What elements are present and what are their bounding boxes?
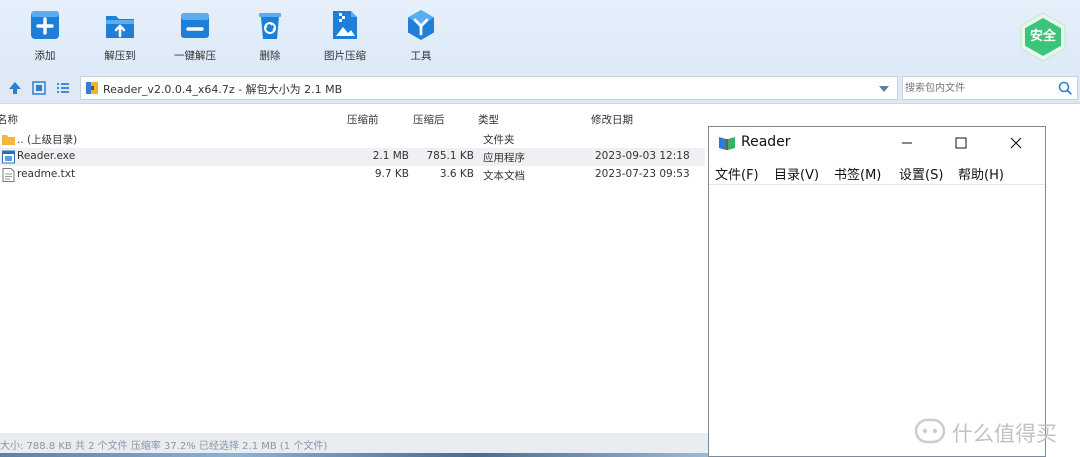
column-before[interactable]: 压缩前 <box>347 112 379 127</box>
one-click-extract-icon <box>181 13 209 38</box>
search-input[interactable] <box>903 77 1053 99</box>
file-name: Reader.exe <box>17 150 76 162</box>
one-click-extract-button[interactable]: 一键解压 <box>155 8 235 63</box>
column-name[interactable]: 名称 <box>0 112 18 127</box>
menu-settings[interactable]: 设置(S) <box>899 164 943 183</box>
security-badge[interactable]: 安全 <box>1017 11 1069 63</box>
extract-to-label: 解压到 <box>104 50 136 62</box>
status-bar: 大小: 788.8 KB 共 2 个文件 压缩率 37.2% 已经选择 2.1 … <box>0 433 710 453</box>
delete-label: 删除 <box>259 50 281 62</box>
column-after[interactable]: 压缩后 <box>413 112 445 127</box>
exe-file-icon <box>2 150 15 164</box>
watermark-text: 什么值得买 <box>952 422 1057 446</box>
up-arrow-icon[interactable] <box>7 80 23 96</box>
watermark: 什么值得买 <box>914 414 1074 450</box>
taskbar-strip <box>0 453 710 457</box>
archive-file-icon <box>86 82 98 94</box>
add-label: 添加 <box>34 50 56 62</box>
column-type[interactable]: 类型 <box>478 112 499 127</box>
file-name: .. (上级目录) <box>17 134 78 146</box>
status-text: 大小: 788.8 KB 共 2 个文件 压缩率 37.2% 已经选择 2.1 … <box>0 441 328 452</box>
list-view-icon[interactable] <box>55 80 71 96</box>
archive-path: Reader_v2.0.0.4_x64.7z - 解包大小为 2.1 MB <box>103 83 343 96</box>
column-modified[interactable]: 修改日期 <box>591 112 633 127</box>
book-icon <box>719 137 735 150</box>
file-type: 文件夹 <box>483 134 515 146</box>
file-size-after: 785.1 KB <box>426 150 475 162</box>
security-badge-label: 安全 <box>1029 29 1056 44</box>
search-box[interactable] <box>902 76 1078 100</box>
address-dropdown-icon[interactable] <box>879 86 889 92</box>
file-size-before: 2.1 MB <box>372 150 409 162</box>
add-icon <box>31 11 59 39</box>
column-headers: 名称 压缩前 压缩后 类型 修改日期 <box>0 110 705 128</box>
address-row: Reader_v2.0.0.4_x64.7z - 解包大小为 2.1 MB <box>0 72 1080 104</box>
add-button[interactable]: 添加 <box>5 8 85 63</box>
file-type: 应用程序 <box>483 152 525 164</box>
thumbnail-view-icon[interactable] <box>31 80 47 96</box>
menu-catalog[interactable]: 目录(V) <box>774 164 819 183</box>
reader-titlebar[interactable]: Reader <box>709 127 1045 159</box>
one-click-extract-label: 一键解压 <box>174 50 216 62</box>
table-row[interactable]: Reader.exe 2.1 MB 785.1 KB 应用程序 2023-09-… <box>0 148 705 166</box>
file-size-before: 9.7 KB <box>374 168 409 180</box>
file-modified: 2023-09-03 12:18 <box>595 150 690 162</box>
delete-button[interactable]: 删除 <box>230 8 310 63</box>
reader-window: Reader 文件(F) 目录(V) 书签(M) 设置(S) 帮助(H) <box>708 126 1046 457</box>
toolbar: 添加 解压到 一键解压 删除 图片压缩 工具 安全 <box>0 0 1080 72</box>
image-compress-label: 图片压缩 <box>324 50 366 62</box>
tools-button[interactable]: 工具 <box>381 8 461 63</box>
tools-label: 工具 <box>410 50 432 62</box>
menu-bookmarks[interactable]: 书签(M) <box>834 164 881 183</box>
image-compress-button[interactable]: 图片压缩 <box>305 8 385 63</box>
delete-icon <box>259 13 281 39</box>
file-size-after: 3.6 KB <box>439 168 474 180</box>
text-file-icon <box>2 168 15 182</box>
table-row[interactable]: readme.txt 9.7 KB 3.6 KB 文本文档 2023-07-23… <box>0 166 705 184</box>
file-name: readme.txt <box>17 168 76 180</box>
reader-title: Reader <box>741 134 791 150</box>
folder-icon <box>2 135 15 145</box>
reader-menubar: 文件(F) 目录(V) 书签(M) 设置(S) 帮助(H) <box>709 161 1045 185</box>
close-icon[interactable] <box>1006 133 1026 153</box>
file-modified: 2023-07-23 09:53 <box>595 168 690 180</box>
file-type: 文本文档 <box>483 170 525 182</box>
extract-to-button[interactable]: 解压到 <box>80 8 160 63</box>
menu-help[interactable]: 帮助(H) <box>958 164 1004 183</box>
maximize-icon[interactable] <box>951 133 971 153</box>
minimize-icon[interactable] <box>897 133 917 153</box>
extract-to-icon <box>106 16 134 38</box>
tools-icon <box>408 10 434 40</box>
watermark-logo-icon <box>914 418 946 444</box>
image-compress-icon <box>333 11 357 39</box>
search-icon[interactable] <box>1057 80 1073 96</box>
table-row[interactable]: .. (上级目录) 文件夹 <box>0 130 705 148</box>
address-bar[interactable]: Reader_v2.0.0.4_x64.7z - 解包大小为 2.1 MB <box>80 76 898 100</box>
menu-file[interactable]: 文件(F) <box>715 164 759 183</box>
